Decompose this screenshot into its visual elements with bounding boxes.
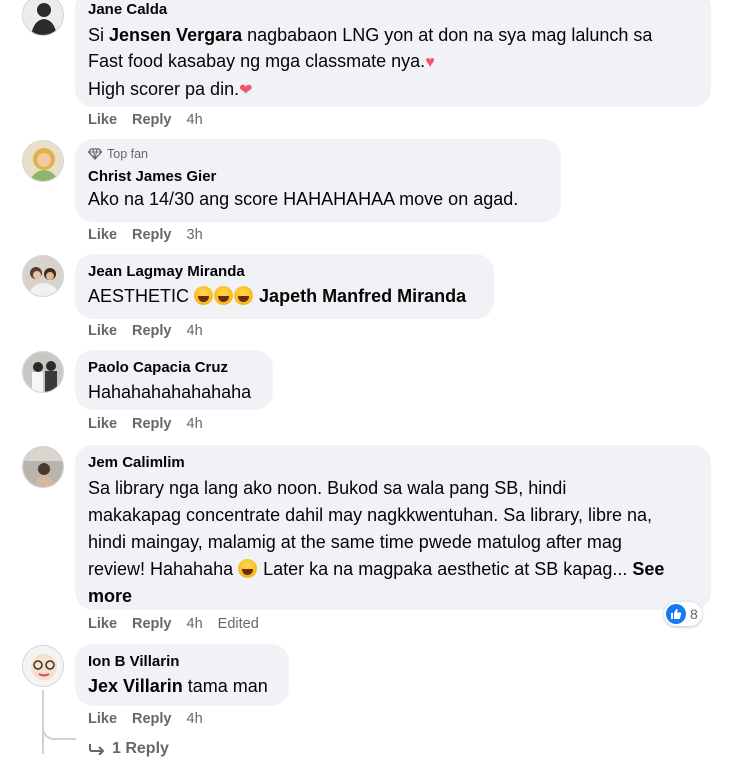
avatar[interactable]: [22, 446, 64, 488]
comment-text: AESTHETIC Japeth Manfred Miranda: [88, 286, 467, 306]
comment-author[interactable]: Jem Calimlim: [88, 453, 698, 472]
comment-author[interactable]: Christ James Gier: [88, 167, 548, 186]
profile-photo-icon: [23, 256, 63, 296]
reply-button[interactable]: Reply: [132, 112, 172, 128]
comment-bubble: Jane Calda Si Jensen Vergara nagbabaon L…: [75, 0, 711, 107]
edited-label: Edited: [217, 616, 259, 632]
comment-text: Sa library nga lang ako noon. Bukod sa w…: [88, 478, 665, 606]
laughing-emoji-icon: [238, 559, 258, 578]
comment-actions: Like Reply 4h: [88, 323, 218, 339]
thumbs-up-icon: [666, 604, 686, 624]
heart-emoji-icon: ♥: [425, 54, 435, 71]
comment-actions: Like Reply 3h: [88, 227, 218, 243]
timestamp[interactable]: 4h: [187, 416, 203, 432]
like-button[interactable]: Like: [88, 112, 117, 128]
comment-text: Jex Villarin tama man: [88, 676, 268, 696]
timestamp[interactable]: 4h: [187, 323, 203, 339]
person-silhouette-icon: [23, 0, 63, 35]
comment-author[interactable]: Jane Calda: [88, 0, 698, 19]
profile-photo-icon: [23, 141, 63, 181]
like-button[interactable]: Like: [88, 711, 117, 727]
reply-button[interactable]: Reply: [132, 616, 172, 632]
avatar[interactable]: [22, 351, 64, 393]
diamond-icon: [88, 148, 102, 160]
reaction-count[interactable]: 8: [664, 602, 702, 626]
mention-link[interactable]: Japeth Manfred Miranda: [259, 286, 466, 306]
comment-author[interactable]: Jean Lagmay Miranda: [88, 262, 481, 281]
like-button[interactable]: Like: [88, 616, 117, 632]
like-button[interactable]: Like: [88, 227, 117, 243]
reply-connector: [42, 718, 76, 740]
comment-author[interactable]: Paolo Capacia Cruz: [88, 358, 260, 377]
timestamp[interactable]: 4h: [187, 112, 203, 128]
avatar[interactable]: [22, 645, 64, 687]
comment-text: Hahahahahahahaha: [88, 382, 252, 402]
comment-bubble: Ion B Villarin Jex Villarin tama man: [75, 644, 289, 706]
reply-button[interactable]: Reply: [132, 227, 172, 243]
profile-photo-icon: [23, 352, 63, 392]
timestamp[interactable]: 4h: [187, 711, 203, 727]
comment-actions: Like Reply 4h Edited: [88, 616, 274, 632]
laughing-emoji-icon: [194, 286, 214, 305]
avatar[interactable]: [22, 255, 64, 297]
top-fan-badge[interactable]: Top fan: [88, 146, 548, 162]
comment-actions: Like Reply 4h: [88, 112, 218, 128]
reply-button[interactable]: Reply: [132, 711, 172, 727]
comment-author[interactable]: Ion B Villarin: [88, 652, 276, 671]
heart-emoji-icon: ❤: [239, 82, 253, 99]
like-button[interactable]: Like: [88, 416, 117, 432]
comment-actions: Like Reply 4h: [88, 416, 218, 432]
comment-actions: Like Reply 4h: [88, 711, 218, 727]
comment-text: Si Jensen Vergara nagbabaon LNG yon at d…: [88, 25, 653, 99]
comment-bubble: Paolo Capacia Cruz Hahahahahahahaha: [75, 350, 273, 410]
comment-bubble: Jem Calimlim Sa library nga lang ako noo…: [75, 445, 711, 610]
profile-photo-icon: [23, 447, 63, 487]
cartoon-avatar-icon: [23, 646, 63, 686]
laughing-emoji-icon: [214, 286, 234, 305]
avatar[interactable]: [22, 140, 64, 182]
avatar[interactable]: [22, 0, 64, 36]
like-button[interactable]: Like: [88, 323, 117, 339]
timestamp[interactable]: 3h: [187, 227, 203, 243]
reply-button[interactable]: Reply: [132, 416, 172, 432]
reply-button[interactable]: Reply: [132, 323, 172, 339]
laughing-emoji-icon: [234, 286, 254, 305]
mention-link[interactable]: Jensen Vergara: [109, 25, 242, 45]
reply-arrow-icon: [89, 744, 105, 755]
view-replies-link[interactable]: 1 Reply: [88, 740, 169, 758]
mention-link[interactable]: Jex Villarin: [88, 676, 183, 696]
comment-bubble: Jean Lagmay Miranda AESTHETIC Japeth Man…: [75, 254, 494, 319]
comment-bubble: Top fan Christ James Gier Ako na 14/30 a…: [75, 139, 561, 222]
timestamp[interactable]: 4h: [187, 616, 203, 632]
comment-text: Ako na 14/30 ang score HAHAHAHAA move on…: [88, 189, 519, 209]
